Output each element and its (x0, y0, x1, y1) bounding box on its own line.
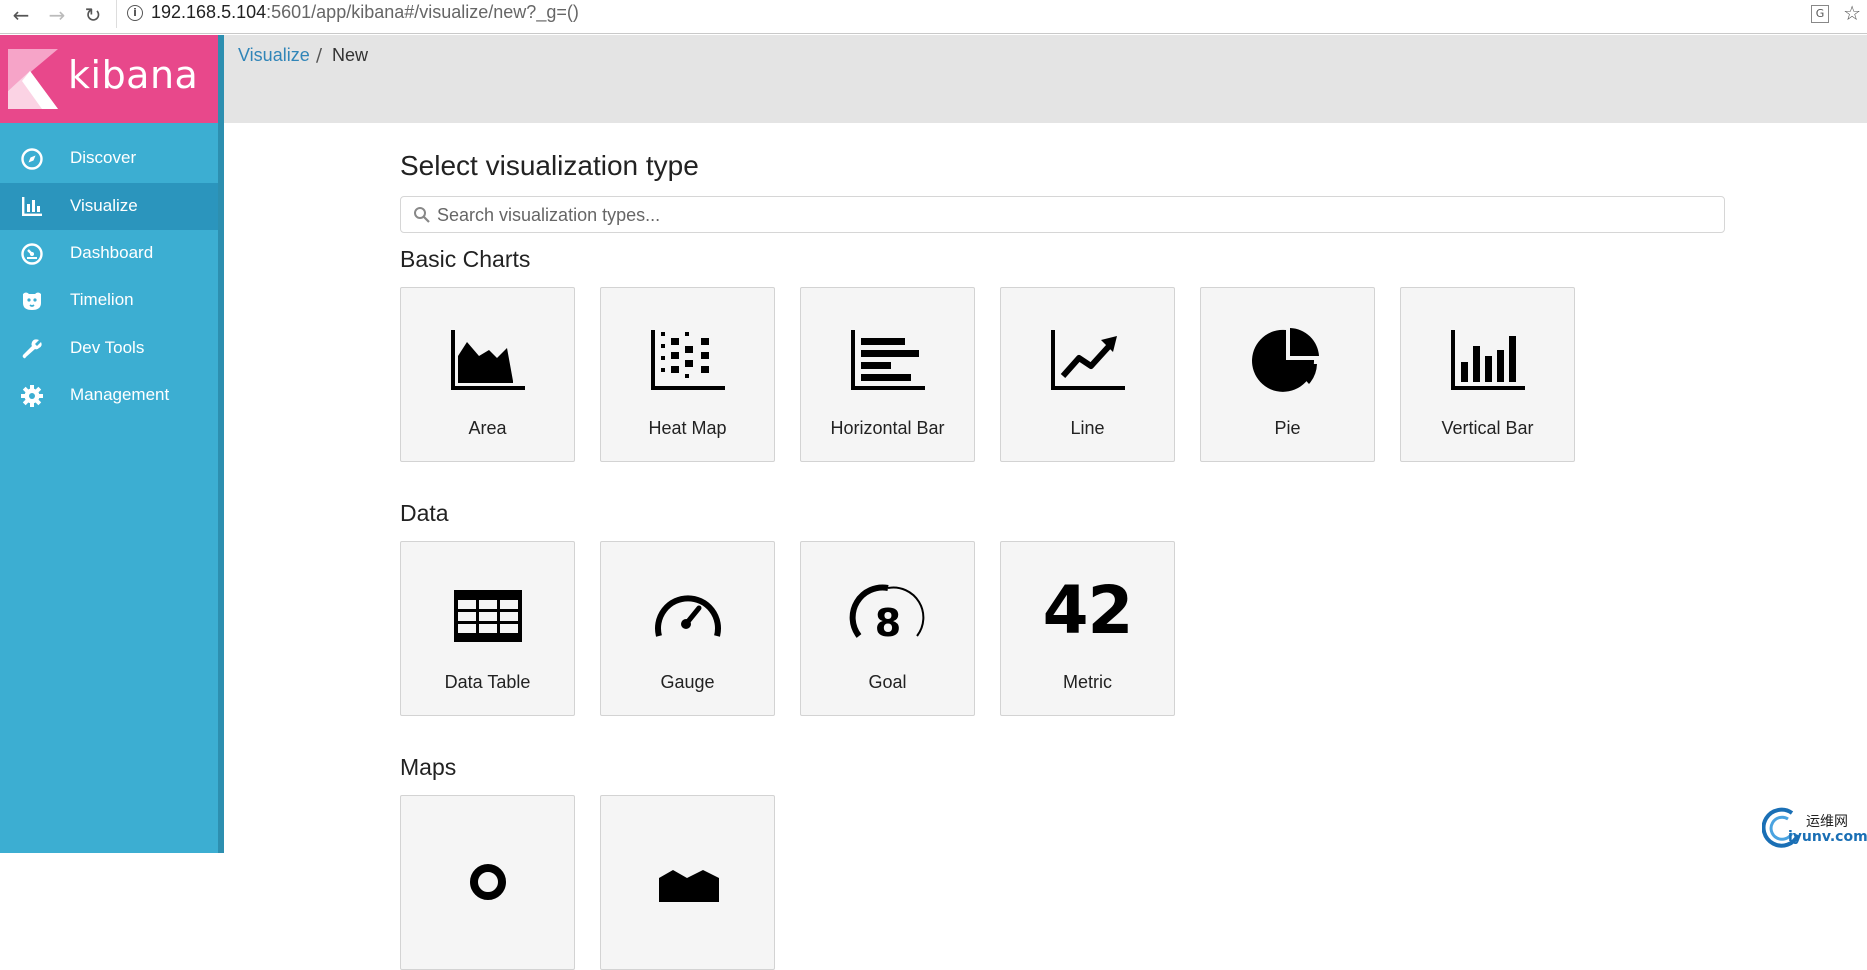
breadcrumb-separator: / (316, 45, 323, 66)
url-host: 192.168.5.104 (151, 2, 267, 22)
gauge-icon (655, 595, 721, 637)
region-map-icon (659, 870, 719, 902)
section-title-data: Data (400, 500, 449, 526)
area-chart-icon (451, 330, 525, 390)
viz-card-label: Area (468, 418, 507, 438)
sidebar: kibana Discover Visualize Dashboard Time… (0, 35, 224, 853)
url-path: :5601/app/kibana#/visualize/new?_g=() (266, 2, 579, 22)
site-info-icon[interactable]: i (127, 5, 143, 21)
sidebar-item-label: Dev Tools (70, 338, 145, 357)
forward-icon[interactable]: → (46, 4, 68, 26)
section-title-basic-charts: Basic Charts (400, 246, 531, 272)
viz-card-label: Horizontal Bar (830, 418, 945, 438)
pie-chart-icon (1252, 328, 1319, 392)
search-box[interactable] (400, 196, 1725, 234)
viz-card-label: Data Table (444, 672, 531, 692)
search-input[interactable] (435, 197, 1719, 234)
url-text: 192.168.5.104:5601/app/kibana#/visualize… (151, 2, 579, 23)
reload-icon[interactable]: ↻ (82, 4, 104, 26)
watermark-logo: 运维网 iyunv.com (1760, 805, 1867, 853)
viz-card-coordinate-map[interactable] (400, 795, 575, 970)
viz-card-area[interactable]: Area (400, 287, 575, 462)
breadcrumb: Visualize / New (224, 35, 1867, 123)
viz-card-metric[interactable]: 42 Metric (1000, 541, 1175, 716)
viz-card-label: Goal (868, 672, 907, 692)
breadcrumb-visualize-link[interactable]: Visualize (238, 45, 310, 66)
compass-icon (21, 148, 43, 170)
viz-card-gauge[interactable]: Gauge (600, 541, 775, 716)
translate-icon[interactable]: G (1811, 5, 1829, 23)
search-icon (414, 207, 430, 223)
section-title-maps: Maps (400, 754, 457, 780)
sidebar-item-dashboard[interactable]: Dashboard (0, 230, 224, 277)
bookmark-star-icon[interactable]: ☆ (1843, 1, 1861, 25)
sidebar-item-dev-tools[interactable]: Dev Tools (0, 325, 224, 372)
viz-card-label: Gauge (660, 672, 715, 692)
line-chart-icon (1051, 330, 1125, 390)
heat-map-icon (651, 330, 725, 390)
goal-icon: 8 (849, 584, 925, 645)
bar-chart-icon (22, 197, 42, 216)
gear-icon (21, 385, 43, 407)
viz-card-vertical-bar[interactable]: Vertical Bar (1400, 287, 1575, 462)
watermark-line1: 运维网 (1806, 814, 1848, 830)
viz-card-goal[interactable]: 8 Goal (800, 541, 975, 716)
sidebar-item-management[interactable]: Management (0, 372, 224, 419)
viz-card-label: Metric (1063, 672, 1112, 692)
logo-text: kibana (68, 53, 199, 97)
vertical-bar-icon (1451, 330, 1525, 390)
sidebar-item-timelion[interactable]: Timelion (0, 277, 224, 324)
viz-card-pie[interactable]: Pie (1200, 287, 1375, 462)
back-icon[interactable]: ← (10, 4, 32, 26)
viz-card-label: Vertical Bar (1441, 418, 1534, 438)
sidebar-item-label: Timelion (70, 290, 134, 309)
viz-card-data-table[interactable]: Data Table (400, 541, 575, 716)
page-title: Select visualization type (400, 150, 699, 181)
sidebar-item-label: Discover (70, 148, 137, 167)
browser-toolbar: ← → ↻ i 192.168.5.104:5601/app/kibana#/v… (0, 0, 1867, 34)
dashboard-icon (21, 243, 43, 265)
viz-card-region-map[interactable] (600, 795, 775, 970)
wrench-icon (22, 339, 42, 359)
viz-card-line[interactable]: Line (1000, 287, 1175, 462)
goal-value: 8 (875, 601, 901, 645)
kibana-logo[interactable]: kibana (0, 35, 224, 123)
timelion-icon (23, 292, 41, 310)
sidebar-item-visualize[interactable]: Visualize (0, 183, 224, 230)
horizontal-bar-icon (851, 330, 925, 390)
map-pin-icon (470, 864, 506, 900)
sidebar-item-label: Dashboard (70, 243, 154, 262)
viz-card-heat-map[interactable]: Heat Map (600, 287, 775, 462)
data-table-icon (454, 590, 522, 642)
sidebar-item-discover[interactable]: Discover (0, 135, 224, 182)
viz-card-label: Line (1070, 418, 1105, 438)
address-bar[interactable]: i 192.168.5.104:5601/app/kibana#/visuali… (116, 0, 1796, 28)
viz-card-label: Heat Map (648, 418, 727, 438)
metric-value: 42 (1042, 572, 1134, 649)
viz-card-label: Pie (1274, 418, 1301, 438)
sidebar-edge (218, 35, 224, 853)
sidebar-item-label: Management (70, 385, 170, 404)
sidebar-item-label: Visualize (70, 196, 138, 215)
kibana-logo-icon (8, 49, 58, 109)
breadcrumb-current: New (332, 45, 369, 65)
viz-card-horizontal-bar[interactable]: Horizontal Bar (800, 287, 975, 462)
watermark-line2: iyunv.com (1788, 829, 1867, 845)
